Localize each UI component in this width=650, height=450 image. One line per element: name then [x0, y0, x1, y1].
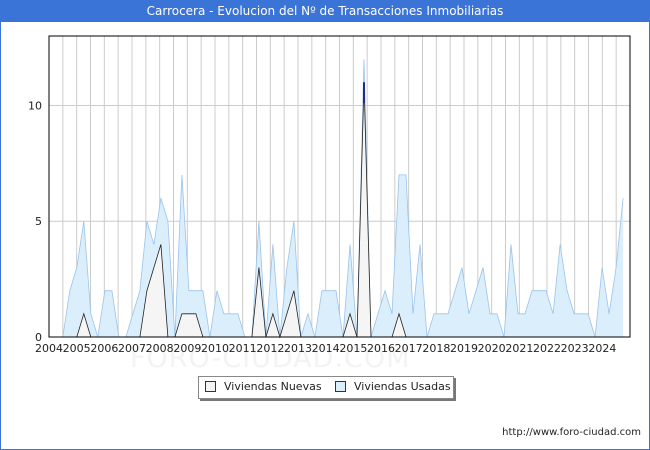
x-tick-label: 2024 [588, 342, 616, 355]
legend-label-nuevas: Viviendas Nuevas [224, 380, 322, 393]
x-tick-label: 2015 [339, 342, 367, 355]
legend-label-usadas: Viviendas Usadas [354, 380, 451, 393]
x-tick-label: 2022 [533, 342, 561, 355]
x-tick-label: 2013 [284, 342, 312, 355]
x-tick-label: 2021 [505, 342, 533, 355]
x-tick-label: 2023 [561, 342, 589, 355]
x-tick-label: 2017 [395, 342, 423, 355]
legend-swatch-usadas [335, 381, 346, 392]
x-tick-label: 2010 [201, 342, 229, 355]
legend-swatch-nuevas [205, 381, 216, 392]
legend-item-usadas: Viviendas Usadas [335, 380, 451, 393]
x-tick-label: 2005 [63, 342, 91, 355]
x-tick-label: 2008 [146, 342, 174, 355]
legend-item-nuevas: Viviendas Nuevas [205, 380, 322, 393]
x-tick-label: 2009 [173, 342, 201, 355]
y-tick-label: 10 [28, 99, 42, 112]
x-tick-label: 2014 [312, 342, 340, 355]
x-tick-label: 2006 [90, 342, 118, 355]
x-tick-label: 2007 [118, 342, 146, 355]
y-tick-label: 5 [35, 215, 42, 228]
x-tick-label: 2020 [478, 342, 506, 355]
x-tick-label: 2012 [256, 342, 284, 355]
x-tick-label: 2011 [229, 342, 257, 355]
x-tick-label: 2019 [450, 342, 478, 355]
x-tick-label: 2016 [367, 342, 395, 355]
source-url: http://www.foro-ciudad.com [502, 427, 641, 438]
legend: Viviendas Nuevas Viviendas Usadas [198, 376, 454, 399]
x-tick-label: 2018 [422, 342, 450, 355]
x-tick-label: 2004 [35, 342, 63, 355]
